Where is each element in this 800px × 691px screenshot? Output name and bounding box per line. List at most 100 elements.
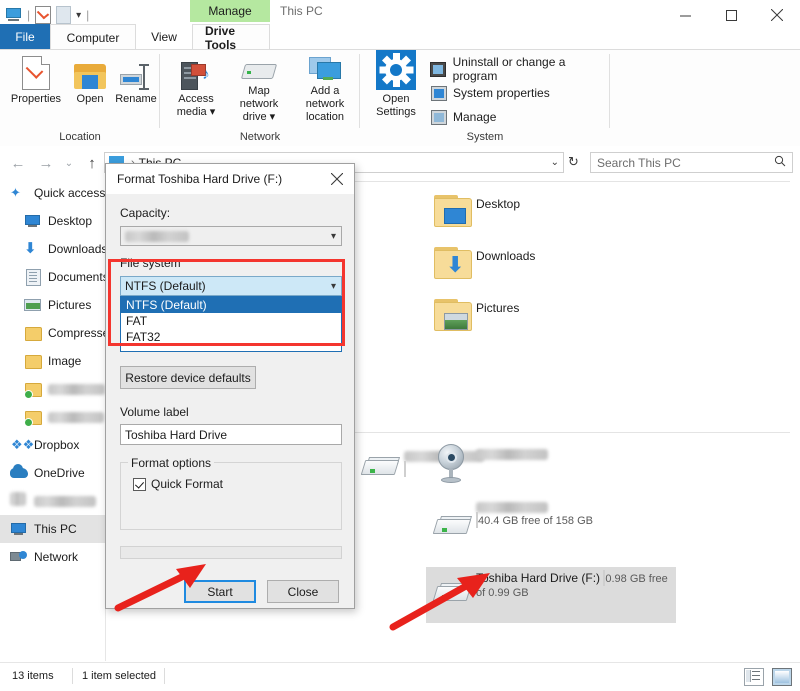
access-media-label: Access media ▾ <box>176 93 216 118</box>
uninstall-program-button[interactable]: Uninstall or change a program <box>430 55 610 83</box>
sidebar-item-desktop[interactable]: Desktop <box>0 207 105 235</box>
tiles-view-icon[interactable] <box>772 668 792 686</box>
properties-icon[interactable] <box>35 6 52 24</box>
device-tile-webcam[interactable] <box>426 443 646 489</box>
restore-device-defaults-button[interactable]: Restore device defaults <box>120 366 256 389</box>
sidebar-item-compressed[interactable]: Compressed <box>0 319 105 347</box>
folder-tile-pictures[interactable]: Pictures <box>426 297 626 343</box>
file-system-select[interactable]: NTFS (Default) ▾ <box>120 276 342 296</box>
sidebar-item-dropbox[interactable]: ❖❖ Dropbox <box>0 431 105 459</box>
chevron-down-icon: ▾ <box>330 230 336 242</box>
pictures-icon <box>24 296 42 314</box>
contextual-tab-header: Manage <box>190 0 270 22</box>
up-button[interactable]: ↑ <box>80 152 104 174</box>
tab-view[interactable]: View <box>136 24 192 50</box>
sidebar-item-blurred-1[interactable] <box>0 375 105 403</box>
file-system-dropdown-list[interactable]: NTFS (Default) FAT FAT32 <box>120 296 342 352</box>
sidebar-item-quick-access[interactable]: ✦ Quick access <box>0 179 105 207</box>
quick-format-label: Quick Format <box>151 477 224 491</box>
pc-icon[interactable] <box>6 8 22 22</box>
back-button[interactable]: ← <box>6 152 30 174</box>
hard-drive-icon <box>354 447 404 493</box>
dropdown-caret-icon[interactable]: ▾ <box>76 10 81 21</box>
quick-format-checkbox[interactable]: Quick Format <box>133 477 223 491</box>
documents-icon <box>24 268 42 286</box>
access-media-button[interactable]: ♪ Access media ▾ <box>166 56 226 124</box>
capacity-bar <box>404 461 406 477</box>
search-input[interactable]: Search This PC <box>590 152 793 173</box>
onedrive-icon <box>10 464 28 482</box>
access-media-icon: ♪ <box>181 56 211 90</box>
selection-count: 1 item selected <box>82 670 156 682</box>
navigation-buttons: ← → ⌄ ↑ <box>6 152 104 174</box>
chevron-down-icon[interactable]: ⌄ <box>551 157 559 168</box>
sidebar-item-label: OneDrive <box>34 466 85 480</box>
ribbon-tabstrip: File Computer View Drive Tools ^ ? <box>0 24 800 67</box>
sidebar-item-label: Dropbox <box>34 438 80 452</box>
folder-downloads-icon: ⬇ <box>426 245 476 291</box>
sidebar-item-label: Network <box>34 550 79 564</box>
close-icon[interactable] <box>320 164 354 194</box>
tab-computer[interactable]: Computer <box>50 24 136 50</box>
system-properties-button[interactable]: System properties <box>430 83 550 103</box>
sidebar-item-network[interactable]: Network <box>0 543 105 571</box>
volume-label-value: Toshiba Hard Drive <box>125 427 228 442</box>
capacity-label: Capacity: <box>120 206 171 220</box>
start-button[interactable]: Start <box>184 580 256 603</box>
uninstall-label: Uninstall or change a program <box>452 55 566 83</box>
system-properties-icon <box>430 85 447 102</box>
manage-icon <box>430 109 447 126</box>
dropdown-option-fat[interactable]: FAT <box>121 313 341 329</box>
device-tile-toshiba[interactable]: Toshiba Hard Drive (F:) 0.98 GB free of … <box>426 567 676 623</box>
sidebar-item-label <box>48 411 104 423</box>
details-view-icon[interactable] <box>744 668 764 686</box>
sidebar-item-label: Downloads <box>48 242 106 256</box>
manage-button[interactable]: Manage <box>430 107 496 127</box>
sidebar-item-this-pc[interactable]: This PC <box>0 515 105 543</box>
device-tile-local-disk[interactable]: 40.4 GB free of 158 GB <box>426 498 686 544</box>
downloads-icon: ⬇ <box>24 240 37 257</box>
sidebar-item-onedrive[interactable]: OneDrive <box>0 459 105 487</box>
forward-button[interactable]: → <box>34 152 58 174</box>
sidebar-item-image[interactable]: Image <box>0 347 105 375</box>
tab-drive-tools[interactable]: Drive Tools <box>192 24 270 52</box>
map-network-drive-label: Map network drive ▾ <box>239 85 279 123</box>
sidebar-item-label: Image <box>48 354 82 368</box>
sidebar-item-blurred-3[interactable] <box>0 487 105 515</box>
sidebar-item-label <box>48 383 105 395</box>
dropdown-option-fat32[interactable]: FAT32 <box>121 329 341 345</box>
document-icon[interactable] <box>56 6 72 24</box>
search-icon <box>774 155 786 170</box>
dropdown-option-ntfs[interactable]: NTFS (Default) <box>121 297 341 313</box>
volume-label-input[interactable]: Toshiba Hard Drive <box>120 424 342 445</box>
sidebar-item-downloads[interactable]: ⬇ Downloads <box>0 235 105 263</box>
sidebar-item-pictures[interactable]: Pictures <box>0 291 105 319</box>
open-settings-button[interactable]: Open Settings <box>366 50 426 124</box>
sidebar-item-documents[interactable]: Documents <box>0 263 105 291</box>
blurred-icon <box>10 492 28 510</box>
uninstall-icon <box>430 61 447 78</box>
close-button[interactable]: Close <box>267 580 339 603</box>
map-network-drive-button[interactable]: Map network drive ▾ <box>228 56 290 124</box>
sidebar-item-blurred-2[interactable] <box>0 403 105 431</box>
file-system-value: NTFS (Default) <box>125 279 206 293</box>
folder-name: Downloads <box>476 249 536 263</box>
ribbon-group-network: ♪ Access media ▾ Map network drive ▾ Add… <box>160 50 360 146</box>
qat-divider: | <box>27 8 31 22</box>
folder-icon <box>24 352 42 370</box>
refresh-icon[interactable]: ↻ <box>568 154 579 170</box>
add-network-location-button[interactable]: Add a network location <box>292 56 358 124</box>
system-properties-label: System properties <box>453 86 550 100</box>
folder-tile-downloads[interactable]: ⬇ Downloads <box>426 245 626 291</box>
capacity-text: 40.4 GB free of 158 GB <box>478 515 593 527</box>
recent-locations-icon[interactable]: ⌄ <box>62 152 76 174</box>
desktop-icon <box>24 212 42 230</box>
folder-tile-desktop[interactable]: Desktop <box>426 193 626 239</box>
capacity-value <box>125 230 189 242</box>
tab-file[interactable]: File <box>0 24 50 50</box>
sidebar-item-label: This PC <box>34 522 77 536</box>
volume-label-label: Volume label <box>120 405 189 419</box>
capacity-select[interactable]: ▾ <box>120 226 342 246</box>
capacity-bar <box>476 512 478 528</box>
dialog-body: Capacity: ▾ File system NTFS (Default) ▾… <box>106 194 354 608</box>
